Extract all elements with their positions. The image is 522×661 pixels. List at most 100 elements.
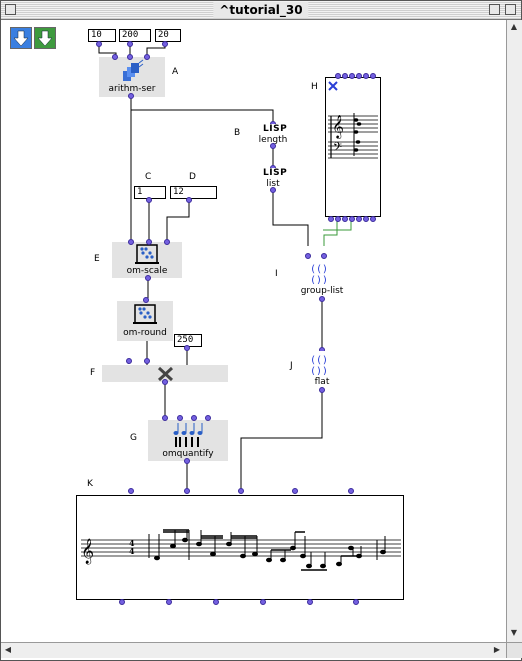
outlet[interactable] <box>270 187 276 193</box>
outlet[interactable] <box>162 379 168 385</box>
outlet[interactable] <box>319 387 325 393</box>
outlet[interactable] <box>186 197 192 203</box>
title-bar[interactable]: ^tutorial_30 <box>1 1 521 20</box>
abacus-icon <box>135 244 159 264</box>
label-k: K <box>87 479 93 489</box>
resize-grip-icon[interactable] <box>506 642 522 658</box>
collapse-box[interactable] <box>505 4 516 15</box>
svg-text:((): (() <box>310 264 328 275</box>
inlet[interactable] <box>184 488 190 494</box>
group-list-label: group-list <box>300 286 344 296</box>
inlet[interactable] <box>238 488 244 494</box>
patch-canvas[interactable]: 10 200 20 arithm-ser A B LISP length LIS… <box>1 20 506 642</box>
flat-box[interactable]: (() ()) flat <box>305 351 339 389</box>
outlet[interactable] <box>166 599 172 605</box>
scroll-down-icon[interactable]: ▼ <box>507 626 521 640</box>
group-list-box[interactable]: (() ()) group-list <box>291 260 353 298</box>
inlet[interactable] <box>205 415 211 421</box>
label-e: E <box>94 254 100 264</box>
inlet[interactable] <box>356 73 362 79</box>
omquantify-box[interactable]: omquantify <box>148 420 228 461</box>
inlet[interactable] <box>292 488 298 494</box>
scale-max-input[interactable]: 12 <box>170 186 217 199</box>
outlet[interactable] <box>342 216 348 222</box>
close-box[interactable] <box>5 4 16 15</box>
om-scale-box[interactable]: om-scale <box>112 242 182 278</box>
inlet[interactable] <box>162 415 168 421</box>
inlet[interactable] <box>342 73 348 79</box>
outlet[interactable] <box>146 197 152 203</box>
outlet[interactable] <box>184 458 190 464</box>
scroll-left-icon[interactable]: ◀ <box>1 643 15 657</box>
nav-forward-button[interactable] <box>34 27 56 49</box>
inlet[interactable] <box>143 297 149 303</box>
inlet[interactable] <box>128 239 134 245</box>
inlet[interactable] <box>370 73 376 79</box>
inlet[interactable] <box>164 239 170 245</box>
arithm-ser-icon <box>123 59 144 81</box>
zoom-box[interactable] <box>489 4 500 15</box>
green-down-arrow-icon <box>37 30 53 47</box>
outlet[interactable] <box>370 216 376 222</box>
outlet[interactable] <box>328 216 334 222</box>
outlet[interactable] <box>270 143 276 149</box>
conn-list-to-grouplist <box>272 190 309 246</box>
outlet[interactable] <box>184 345 190 351</box>
outlet[interactable] <box>162 41 168 47</box>
horizontal-scrollbar[interactable]: ◀ ▶ <box>1 642 506 658</box>
outlet[interactable] <box>349 216 355 222</box>
inlet[interactable] <box>177 415 183 421</box>
outlet[interactable] <box>213 599 219 605</box>
label-f: F <box>90 368 96 378</box>
chord-editor-box[interactable]: 𝄞 𝄢 <box>325 77 381 217</box>
outlet[interactable] <box>363 216 369 222</box>
outlet[interactable] <box>335 216 341 222</box>
inlet[interactable] <box>128 488 134 494</box>
parentheses-icon: (() ()) <box>310 355 328 375</box>
label-h: H <box>311 82 318 92</box>
arithm-input-step[interactable]: 20 <box>155 29 181 42</box>
voice-editor-box[interactable]: 𝄞 4 4 <box>76 495 404 600</box>
inlet[interactable] <box>321 253 327 259</box>
svg-text:()): ()) <box>310 366 328 375</box>
outlet[interactable] <box>307 599 313 605</box>
lisp-icon: LISP <box>263 124 288 134</box>
window-title: ^tutorial_30 <box>213 2 309 18</box>
inlet[interactable] <box>112 54 118 60</box>
outlet[interactable] <box>127 41 133 47</box>
vertical-scrollbar[interactable]: ▲ ▼ <box>506 20 522 642</box>
svg-text:((): (() <box>310 355 328 366</box>
outlet[interactable] <box>260 599 266 605</box>
nav-back-button[interactable] <box>10 27 32 49</box>
label-d: D <box>189 172 196 182</box>
outlet[interactable] <box>353 599 359 605</box>
scroll-up-icon[interactable]: ▲ <box>507 20 521 34</box>
inlet[interactable] <box>335 73 341 79</box>
inlet[interactable] <box>144 54 150 60</box>
outlet[interactable] <box>145 275 151 281</box>
arithm-input-begin[interactable]: 10 <box>88 29 116 42</box>
outlet[interactable] <box>128 93 134 99</box>
outlet[interactable] <box>126 358 132 364</box>
inlet[interactable] <box>305 253 311 259</box>
inlet[interactable] <box>191 415 197 421</box>
scroll-right-icon[interactable]: ▶ <box>490 643 504 657</box>
outlet[interactable] <box>96 41 102 47</box>
flat-label: flat <box>314 377 330 387</box>
inlet[interactable] <box>349 73 355 79</box>
outlet[interactable] <box>119 599 125 605</box>
outlet[interactable] <box>144 358 150 364</box>
inlet[interactable] <box>348 488 354 494</box>
inlet[interactable] <box>363 73 369 79</box>
quantify-icon <box>173 423 203 447</box>
close-icon <box>328 81 338 91</box>
conn-arithm-to-length <box>131 109 274 124</box>
outlet[interactable] <box>356 216 362 222</box>
om-round-box[interactable]: om-round <box>117 301 173 341</box>
outlet[interactable] <box>319 296 325 302</box>
inlet[interactable] <box>127 54 133 60</box>
arithm-input-end[interactable]: 200 <box>119 29 151 42</box>
lisp-icon: LISP <box>263 168 288 178</box>
inlet[interactable] <box>146 239 152 245</box>
arithm-ser-box[interactable]: arithm-ser <box>99 57 165 97</box>
